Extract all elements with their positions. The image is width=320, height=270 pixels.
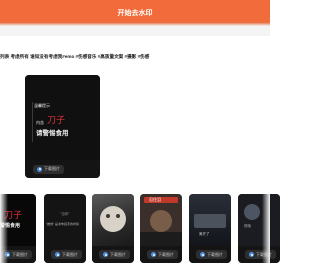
photo-shadow — [140, 232, 182, 246]
download-label: 下载图片 — [110, 251, 126, 257]
thumbnail-download-button[interactable]: 下载图片 — [147, 250, 178, 259]
download-label: 下载图片 — [158, 251, 174, 257]
thumbnail-image — [92, 194, 134, 246]
main-text-line: 请警惕食用 — [36, 130, 69, 137]
download-label: 下载图片 — [207, 251, 223, 257]
thumbnail-text: 夜晚 — [244, 224, 251, 228]
image-icon — [249, 252, 254, 257]
thumbnail-text: "当你" — [60, 212, 70, 216]
thumbnail-image: 夜晚 — [238, 194, 280, 246]
download-label: 下载图片 — [62, 251, 78, 257]
thumbnail-card-6: 夜晚 下载图片 — [238, 194, 280, 263]
main-text-line: 内含 — [36, 120, 44, 125]
image-icon — [151, 252, 156, 257]
thumbnail-download-button[interactable]: 下载图片 — [245, 250, 276, 259]
scroll-fade-right — [262, 194, 270, 263]
main-download-button[interactable]: 下载图片 — [33, 164, 64, 174]
cat-photo — [100, 206, 126, 232]
main-card-footer: 下载图片 — [25, 160, 100, 178]
download-label: 下载图片 — [44, 166, 60, 171]
thumbnail-image: 离开了 — [189, 194, 231, 246]
thumbnail-footer: 下载图片 — [189, 246, 231, 263]
thumbnail-footer: 下载图片 — [44, 246, 86, 263]
thumbnail-footer: 下载图片 — [140, 246, 182, 263]
main-text-line: 温馨提示 — [34, 103, 50, 108]
start-remove-watermark-button[interactable]: 开始去水印 — [0, 0, 270, 26]
thumbnail-footer: 下载图片 — [92, 246, 134, 263]
main-image-card: 温馨提示 内含 刀子 请警惕食用 下载图片 — [25, 75, 100, 178]
thumbnail-footer: 下载图片 — [238, 246, 280, 263]
thumbnail-card-3: 下载图片 — [92, 194, 134, 263]
thumbnail-download-button[interactable]: 下载图片 — [99, 250, 130, 259]
thumbnail-text: 忍住泪 — [149, 197, 161, 202]
image-icon — [200, 252, 205, 257]
thumbnail-image: "当你" "推倒" 是冲你招手的时候 — [44, 194, 86, 246]
post-caption: 列表 考虑所有 谁知没有考虑我#emo #伤感音乐 #高质量文案 #摄影 #伤感 — [0, 54, 150, 59]
thumbnail-download-button[interactable]: 下载图片 — [51, 250, 82, 259]
image-icon — [103, 252, 108, 257]
thumbnail-card-5: 离开了 下载图片 — [189, 194, 231, 263]
thumbnail-card-4: 忍住泪 下载图片 — [140, 194, 182, 263]
scene-photo — [194, 214, 226, 228]
face-photo — [150, 210, 172, 232]
scroll-fade-left — [0, 194, 8, 263]
download-label: 下载图片 — [12, 251, 28, 257]
thumbnail-text: 离开了 — [199, 232, 210, 236]
thumbnail-text: "推倒" 是冲你招手的时候 — [46, 222, 79, 226]
thumbnail-download-button[interactable]: 下载图片 — [196, 250, 227, 259]
main-image: 温馨提示 内含 刀子 请警惕食用 — [25, 75, 100, 160]
cat-eye — [116, 214, 120, 218]
thumbnail-card-2: "当你" "推倒" 是冲你招手的时候 下载图片 — [44, 194, 86, 263]
image-icon — [55, 252, 60, 257]
image-icon — [37, 166, 42, 172]
main-text-line: 刀子 — [47, 116, 66, 126]
cat-eye — [106, 214, 110, 218]
section-divider — [0, 26, 270, 36]
thumbnail-image: 忍住泪 — [140, 194, 182, 246]
scene-photo — [244, 204, 260, 220]
